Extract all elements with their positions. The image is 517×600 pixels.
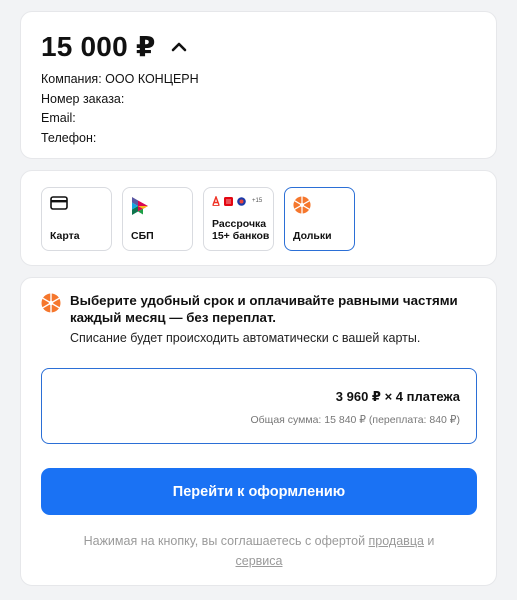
sbp-icon [131,196,149,221]
method-label: Рассрочка 15+ банков [212,218,270,242]
amount-row: 15 000 ₽ [41,30,190,63]
payment-methods-card: Карта СБП +15 Рассрочка 15+ банков Дольк… [20,170,497,266]
split-title: Выберите удобный срок и оплачивайте равн… [70,293,458,325]
plan-installment-amount: 3 960 ₽ × 4 платежа [335,389,460,404]
banks-more-count: +15 [252,198,263,204]
method-sbp[interactable]: СБП [122,187,193,251]
split-header: Выберите удобный срок и оплачивайте равн… [41,292,470,326]
method-installment[interactable]: +15 Рассрочка 15+ банков [203,187,274,251]
split-payment-card: Выберите удобный срок и оплачивайте равн… [20,277,497,586]
banks-icon: +15 [212,196,262,206]
company-line: Компания: ООО КОНЦЕРН [41,70,199,90]
dolyami-logo-icon [41,293,61,313]
service-offer-link[interactable]: сервиса [236,554,283,568]
method-label: Дольки [293,230,332,242]
phone-label: Телефон: [41,130,97,145]
email-label: Email: [41,111,76,125]
split-subtitle: Списание будет происходить автоматически… [70,331,421,345]
company-label: Компания: [41,72,102,86]
order-summary-card: 15 000 ₽ Компания: ООО КОНЦЕРН Номер зак… [20,11,497,159]
legal-text: Нажимая на кнопку, вы соглашаетесь с офе… [83,534,366,548]
method-dolyami[interactable]: Дольки [284,187,355,251]
dolyami-icon [293,196,311,219]
proceed-button[interactable]: Перейти к оформлению [41,468,477,515]
order-number-label: Номер заказа: [41,91,125,106]
method-card[interactable]: Карта [41,187,112,251]
legal-and: и [427,534,435,548]
order-details: Компания: ООО КОНЦЕРН Номер заказа: Emai… [41,70,199,148]
method-label: Карта [50,230,80,242]
legal-notice: Нажимая на кнопку, вы соглашаетесь с офе… [41,531,477,571]
payment-plan-option[interactable]: 3 960 ₽ × 4 платежа Общая сумма: 15 840 … [41,368,477,444]
method-label: СБП [131,230,154,242]
chevron-up-icon[interactable] [168,36,190,58]
seller-offer-link[interactable]: продавца [369,534,424,548]
card-icon [50,196,68,215]
plan-total-amount: Общая сумма: 15 840 ₽ (переплата: 840 ₽) [250,414,461,426]
order-amount: 15 000 ₽ [41,31,156,62]
company-value: ООО КОНЦЕРН [105,72,199,86]
payment-methods: Карта СБП +15 Рассрочка 15+ банков Дольк… [41,187,355,251]
